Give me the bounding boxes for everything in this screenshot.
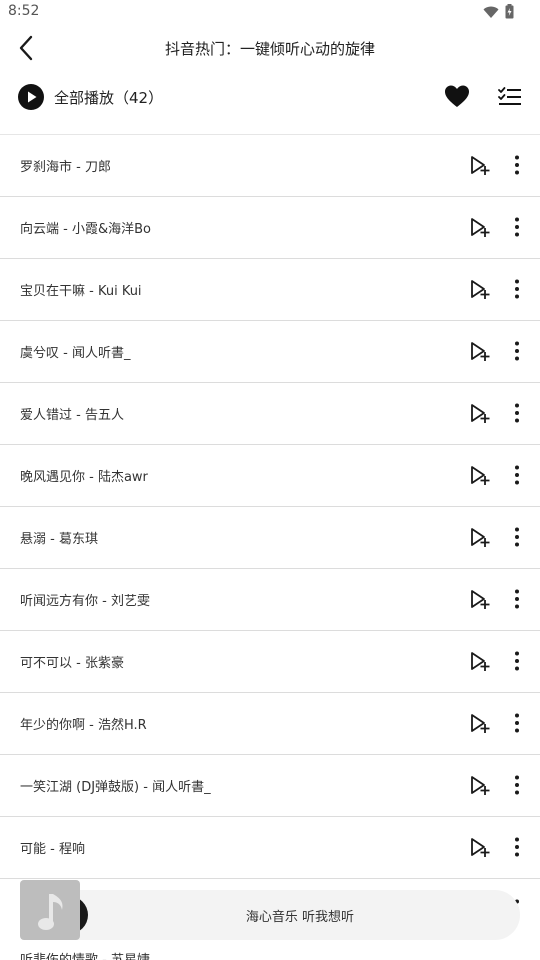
more-options-button[interactable]: [508, 464, 526, 486]
song-row[interactable]: 虞兮叹 - 闻人听書_: [0, 321, 540, 383]
play-circle-icon: [18, 84, 44, 110]
add-to-playlist-button[interactable]: [469, 278, 491, 300]
add-to-playlist-button[interactable]: [469, 650, 491, 672]
song-row[interactable]: 宝贝在干嘛 - Kui Kui: [0, 259, 540, 321]
status-bar: 8:52: [0, 0, 540, 24]
song-row[interactable]: 一笑江湖 (DJ弹鼓版) - 闻人听書_: [0, 755, 540, 817]
playlist-add-icon: [471, 404, 490, 423]
song-title: 年少的你啊 - 浩然H.R: [20, 718, 147, 733]
song-title: 一笑江湖 (DJ弹鼓版) - 闻人听書_: [20, 780, 211, 795]
heart-icon: [445, 85, 469, 107]
status-icons: [483, 4, 514, 19]
song-list: 罗刹海市 - 刀郎 向云端 - 小霞&海洋Bo 宝贝在干嘛 - Kui Kui …: [0, 135, 540, 940]
add-to-playlist-button[interactable]: [469, 588, 491, 610]
more-options-button[interactable]: [508, 588, 526, 610]
song-row[interactable]: 可不可以 - 张紫豪: [0, 631, 540, 693]
checklist-icon: [498, 87, 521, 105]
playlist-add-icon: [471, 528, 490, 547]
more-vertical-icon: [515, 775, 519, 795]
more-vertical-icon: [515, 837, 519, 857]
action-bar: 全部播放（42）: [0, 72, 540, 124]
more-options-button[interactable]: [508, 154, 526, 176]
add-to-playlist-button[interactable]: [469, 712, 491, 734]
more-vertical-icon: [515, 279, 519, 299]
add-to-playlist-button[interactable]: [469, 154, 491, 176]
song-title: 可不可以 - 张紫豪: [20, 656, 124, 671]
song-title: 罗刹海市 - 刀郎: [20, 160, 111, 175]
song-row[interactable]: 听闻远方有你 - 刘艺雯: [0, 569, 540, 631]
play-all-label: 全部播放（42）: [54, 88, 164, 107]
player-text: 海心音乐 听我想听: [245, 910, 355, 925]
more-options-button[interactable]: [508, 340, 526, 362]
more-vertical-icon: [515, 713, 519, 733]
more-vertical-icon: [515, 341, 519, 361]
song-title: 爱人错过 - 告五人: [20, 408, 124, 423]
more-options-button[interactable]: [508, 216, 526, 238]
song-row[interactable]: 听悲伤的情歌 - 苏星婕: [0, 940, 540, 960]
playlist-add-icon: [471, 280, 490, 299]
song-title: 可能 - 程响: [20, 842, 85, 857]
album-cover[interactable]: [20, 880, 80, 940]
playlist-add-icon: [471, 342, 490, 361]
playlist-add-icon: [471, 156, 490, 175]
song-title: 悬溺 - 葛东琪: [20, 532, 98, 547]
song-row[interactable]: 罗刹海市 - 刀郎: [0, 135, 540, 197]
wifi-icon: [483, 6, 499, 18]
song-title: 向云端 - 小霞&海洋Bo: [20, 222, 151, 237]
playlist-add-icon: [471, 776, 490, 795]
more-options-button[interactable]: [508, 650, 526, 672]
more-vertical-icon: [515, 589, 519, 609]
add-to-playlist-button[interactable]: [469, 340, 491, 362]
title-bar: 抖音热门：一键倾听心动的旋律: [0, 24, 540, 72]
status-time: 8:52: [8, 3, 40, 19]
more-vertical-icon: [515, 651, 519, 671]
playlist-add-icon: [471, 590, 490, 609]
song-title: 听悲伤的情歌 - 苏星婕: [20, 949, 150, 960]
more-vertical-icon: [515, 155, 519, 175]
song-title: 宝贝在干嘛 - Kui Kui: [20, 284, 142, 299]
battery-icon: [505, 4, 514, 19]
more-vertical-icon: [515, 217, 519, 237]
song-row[interactable]: 向云端 - 小霞&海洋Bo: [0, 197, 540, 259]
playlist-add-icon: [471, 466, 490, 485]
song-title: 晚风遇见你 - 陆杰awr: [20, 470, 148, 485]
multi-select-button[interactable]: [498, 86, 522, 110]
add-to-playlist-button[interactable]: [469, 216, 491, 238]
more-vertical-icon: [515, 527, 519, 547]
song-row[interactable]: 爱人错过 - 告五人: [0, 383, 540, 445]
more-options-button[interactable]: [508, 278, 526, 300]
song-row[interactable]: 可能 - 程响: [0, 817, 540, 879]
more-vertical-icon: [515, 465, 519, 485]
favorite-button[interactable]: [444, 84, 470, 110]
add-to-playlist-button[interactable]: [469, 402, 491, 424]
playlist-add-icon: [471, 714, 490, 733]
playlist-add-icon: [471, 652, 490, 671]
more-vertical-icon: [515, 403, 519, 423]
more-options-button[interactable]: [508, 712, 526, 734]
playlist-add-icon: [471, 218, 490, 237]
song-row[interactable]: 悬溺 - 葛东琪: [0, 507, 540, 569]
song-row[interactable]: 晚风遇见你 - 陆杰awr: [0, 445, 540, 507]
add-to-playlist-button[interactable]: [469, 526, 491, 548]
more-options-button[interactable]: [508, 526, 526, 548]
page-title: 抖音热门：一键倾听心动的旋律: [164, 40, 375, 58]
add-to-playlist-button[interactable]: [469, 774, 491, 796]
play-all-button[interactable]: 全部播放（42）: [18, 84, 163, 110]
song-title: 虞兮叹 - 闻人听書_: [20, 346, 131, 361]
more-options-button[interactable]: [508, 836, 526, 858]
more-options-button[interactable]: [508, 774, 526, 796]
add-to-playlist-button[interactable]: [469, 836, 491, 858]
add-to-playlist-button[interactable]: [469, 464, 491, 486]
more-options-button[interactable]: [508, 402, 526, 424]
playlist-add-icon: [471, 838, 490, 857]
song-title: 听闻远方有你 - 刘艺雯: [20, 594, 150, 609]
music-note-icon: [38, 894, 63, 930]
song-row[interactable]: 年少的你啊 - 浩然H.R: [0, 693, 540, 755]
